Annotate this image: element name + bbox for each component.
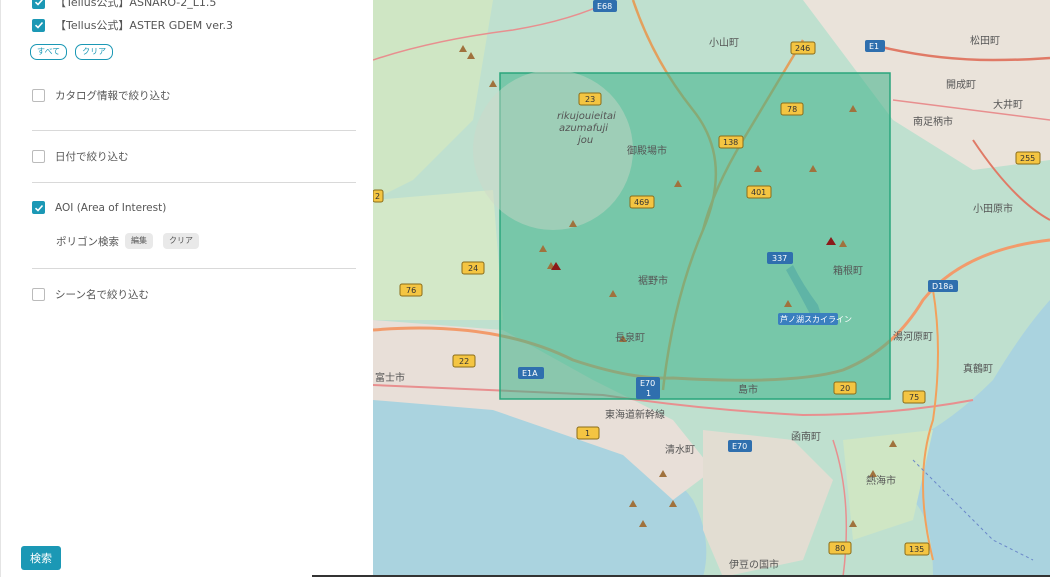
check-icon [34,0,43,6]
place-label: 御殿場市 [627,144,667,157]
svg-text:D18a: D18a [932,282,953,291]
svg-text:E70: E70 [640,379,655,388]
catalog-filter-label: カタログ情報で絞り込む [55,90,171,102]
svg-text:E68: E68 [597,2,612,11]
svg-text:24: 24 [468,264,478,273]
svg-text:20: 20 [840,384,850,393]
road [832,439,848,577]
layer-bulk-actions: すべて クリア [30,44,121,60]
svg-text:401: 401 [751,188,766,197]
place-label: 開成町 [946,79,976,91]
layer-aster-label: 【Tellus公式】ASTER GDEM ver.3 [55,19,233,32]
scene-filter-label: シーン名で絞り込む [55,289,149,301]
place-label: 真鶴町 [963,362,993,375]
svg-text:255: 255 [1020,154,1035,163]
layer-asnaro-label: 【Tellus公式】ASNARO-2_L1.5 [55,0,217,9]
place-label: 長泉町 [615,331,645,344]
polygon-edit-button[interactable]: 編集 [125,233,153,249]
svg-text:138: 138 [723,138,738,147]
svg-text:E1A: E1A [522,369,538,378]
select-all-button[interactable]: すべて [30,44,68,60]
svg-text:78: 78 [787,105,797,114]
layer-aster-checkbox[interactable] [32,18,45,32]
place-label: 大井町 [993,98,1023,111]
place-label: 箱根町 [833,264,863,277]
scene-filter[interactable]: シーン名で絞り込む [32,287,149,302]
date-filter-checkbox[interactable] [32,150,45,163]
filter-panel: 【Tellus公式】ASNARO-2_L1.5 【Tellus公式】ASTER … [0,0,373,577]
catalog-filter-checkbox[interactable] [32,89,45,102]
scene-filter-checkbox[interactable] [32,288,45,301]
map-canvas[interactable]: 御殿場市 裾野市 長泉町 清水町 島市 富士市 箱根町 南足柄市 小田原市 湯河… [373,0,1050,577]
place-label: 松田町 [970,34,1000,47]
layer-item-asnaro[interactable]: 【Tellus公式】ASNARO-2_L1.5 [32,0,216,10]
rail-label: 東海道新幹線 [605,408,665,421]
clear-layers-button[interactable]: クリア [75,44,114,60]
svg-text:246: 246 [795,44,810,53]
map-view[interactable]: 御殿場市 裾野市 長泉町 清水町 島市 富士市 箱根町 南足柄市 小田原市 湯河… [373,0,1050,577]
polygon-search-row: ポリゴン検索 編集 クリア [56,233,199,249]
svg-text:1: 1 [646,389,651,398]
place-label: 清水町 [665,443,695,456]
forest-area [373,190,503,320]
forest-area [373,0,493,200]
svg-text:76: 76 [406,286,416,295]
svg-text:1: 1 [585,429,590,438]
polygon-clear-button[interactable]: クリア [163,233,199,249]
place-label: 小田原市 [973,202,1013,215]
place-label: azumafuji [559,123,608,134]
place-label: 湯河原町 [893,330,933,343]
svg-text:2: 2 [375,192,380,201]
place-label: 島市 [738,383,758,396]
place-label: 小山町 [709,37,739,49]
aoi-filter[interactable]: AOI (Area of Interest) [32,201,166,214]
skyline-label: 芦ノ湖スカイライン [780,314,852,324]
place-label: jou [576,135,593,146]
place-label: 裾野市 [638,274,668,287]
place-label: 伊豆の国市 [729,558,779,571]
divider [32,182,356,183]
svg-text:75: 75 [909,393,919,402]
check-icon [34,204,43,212]
place-label: 熱海市 [866,474,896,487]
svg-text:23: 23 [585,95,595,104]
place-label: 富士市 [375,371,405,384]
svg-text:80: 80 [835,544,845,553]
divider [32,130,356,131]
svg-text:135: 135 [909,545,924,554]
divider [32,268,356,269]
place-label: 南足柄市 [913,115,953,128]
svg-text:E1: E1 [869,42,879,51]
search-button[interactable]: 検索 [21,546,61,570]
urban-area [703,430,833,577]
svg-text:469: 469 [634,198,649,207]
place-label: 函南町 [791,430,821,443]
svg-text:E70: E70 [732,442,747,451]
sea-area [913,300,1050,577]
date-filter[interactable]: 日付で絞り込む [32,149,129,164]
polygon-search-label: ポリゴン検索 [56,235,119,248]
aoi-filter-label: AOI (Area of Interest) [55,201,167,214]
aoi-filter-checkbox[interactable] [32,201,45,214]
check-icon [34,21,43,29]
military-area [473,70,633,230]
catalog-filter[interactable]: カタログ情報で絞り込む [32,88,171,103]
layer-item-aster[interactable]: 【Tellus公式】ASTER GDEM ver.3 [32,17,233,33]
layer-asnaro-checkbox[interactable] [32,0,45,9]
svg-text:337: 337 [772,254,787,263]
svg-text:22: 22 [459,357,469,366]
place-label: rikujouieitai [557,111,616,122]
date-filter-label: 日付で絞り込む [55,151,129,163]
